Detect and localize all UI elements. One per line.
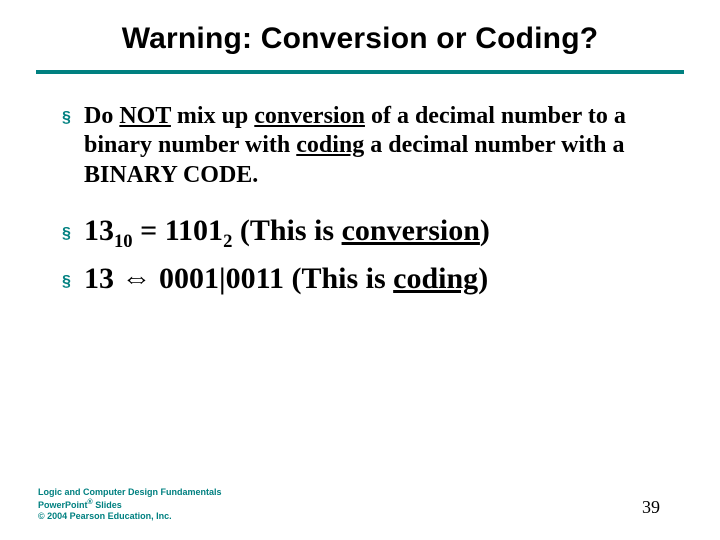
slide: Warning: Conversion or Coding? § Do NOT … (0, 0, 720, 540)
word-coding: coding (393, 262, 478, 295)
bullet-2: § 1310 = 11012 (This is conversion) (62, 212, 660, 252)
bullet-1-text: Do NOT mix up conversion of a decimal nu… (84, 102, 660, 190)
double-arrow-icon: ⇔ (122, 262, 152, 295)
bullet-marker-icon: § (62, 260, 84, 300)
bullet-marker-icon: § (62, 212, 84, 252)
word-coding: coding (296, 132, 364, 158)
bullet-3: § 13 ⇔ 0001|0011 (This is coding) (62, 260, 660, 300)
slide-body: § Do NOT mix up conversion of a decimal … (0, 74, 720, 300)
word-conversion: conversion (342, 214, 480, 247)
bullet-marker-icon: § (62, 102, 84, 190)
num-1101: 1101 (165, 214, 223, 247)
word-not: NOT (119, 103, 171, 129)
bullet-3-text: 13 ⇔ 0001|0011 (This is coding) (84, 260, 488, 300)
subscript-10: 10 (114, 231, 133, 252)
bullet-1: § Do NOT mix up conversion of a decimal … (62, 102, 660, 190)
text: ) (480, 214, 490, 247)
word-conversion: conversion (254, 103, 365, 129)
footer-credits: Logic and Computer Design Fundamentals P… (38, 487, 222, 522)
text: ) (478, 262, 488, 295)
equals: = (133, 214, 165, 247)
footer-line-2: PowerPoint® Slides (38, 499, 222, 511)
footer-line-3: © 2004 Pearson Education, Inc. (38, 511, 222, 522)
text: PowerPoint (38, 500, 88, 510)
text: (This is (232, 214, 341, 247)
bullet-2-text: 1310 = 11012 (This is conversion) (84, 212, 490, 252)
footer-line-1: Logic and Computer Design Fundamentals (38, 487, 222, 498)
page-number: 39 (642, 497, 660, 518)
slide-title: Warning: Conversion or Coding? (0, 0, 720, 66)
subscript-2: 2 (223, 231, 232, 252)
num-13: 13 (84, 214, 114, 247)
text: Do (84, 103, 119, 129)
text: Slides (93, 500, 122, 510)
text: mix up (171, 103, 254, 129)
text: 0001|0011 (This is (152, 262, 394, 295)
num-13: 13 (84, 262, 122, 295)
